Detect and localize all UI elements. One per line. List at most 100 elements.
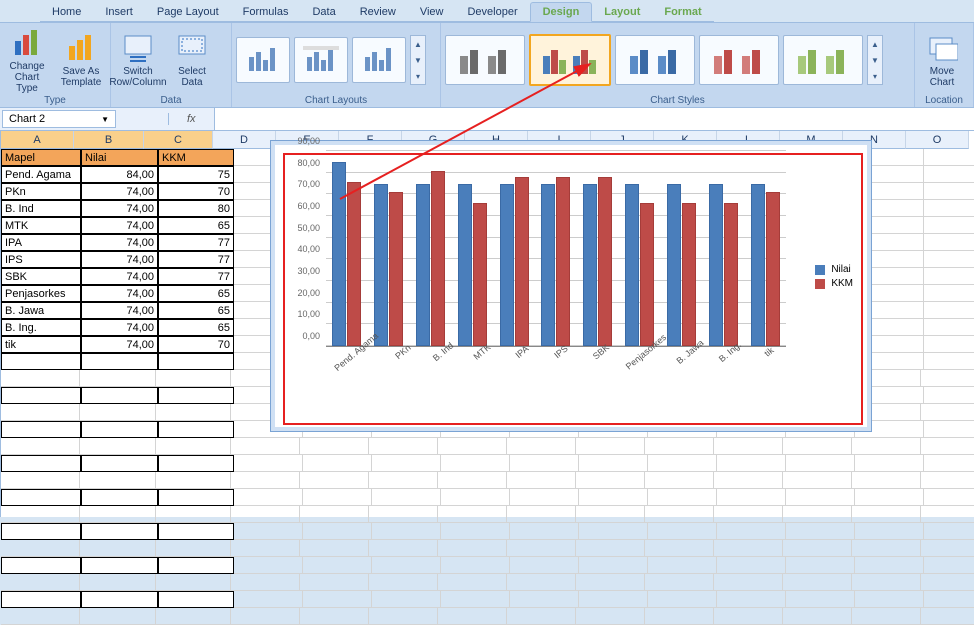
cell[interactable]: [717, 557, 786, 574]
cell[interactable]: [372, 591, 441, 608]
cell[interactable]: [303, 489, 372, 506]
chart-style-1[interactable]: [445, 35, 525, 85]
cell[interactable]: [300, 608, 369, 625]
cell[interactable]: [1, 455, 81, 472]
cell[interactable]: [303, 455, 372, 472]
cell[interactable]: [648, 489, 717, 506]
cell[interactable]: [438, 608, 507, 625]
cell[interactable]: [855, 591, 924, 608]
cell[interactable]: [645, 472, 714, 489]
cell[interactable]: [921, 438, 974, 455]
cell[interactable]: [234, 489, 303, 506]
cell[interactable]: 65: [158, 217, 234, 234]
cell[interactable]: [438, 472, 507, 489]
cell[interactable]: [507, 438, 576, 455]
cell[interactable]: [648, 523, 717, 540]
cell[interactable]: [855, 557, 924, 574]
cell[interactable]: [300, 472, 369, 489]
cell[interactable]: 77: [158, 251, 234, 268]
cell[interactable]: [1, 472, 80, 489]
cell[interactable]: 74,00: [81, 200, 158, 217]
cell[interactable]: [81, 421, 158, 438]
cell[interactable]: [303, 523, 372, 540]
cell[interactable]: [579, 591, 648, 608]
cell[interactable]: [369, 540, 438, 557]
cell[interactable]: 74,00: [81, 234, 158, 251]
cell[interactable]: [855, 523, 924, 540]
cell[interactable]: SBK: [1, 268, 81, 285]
cell[interactable]: [924, 268, 974, 285]
cell[interactable]: [1, 591, 81, 608]
cell[interactable]: [645, 574, 714, 591]
cell[interactable]: [158, 353, 234, 370]
fx-icon[interactable]: fx: [168, 113, 214, 125]
chart-style-5[interactable]: [783, 35, 863, 85]
cell[interactable]: [234, 557, 303, 574]
chart-layouts-more[interactable]: ▲▼▾: [410, 35, 426, 85]
cell[interactable]: [783, 472, 852, 489]
tab-format[interactable]: Format: [652, 3, 713, 22]
tab-view[interactable]: View: [408, 3, 456, 22]
cell[interactable]: [1, 421, 81, 438]
cell[interactable]: [783, 540, 852, 557]
cell[interactable]: [441, 489, 510, 506]
cell[interactable]: [234, 591, 303, 608]
cell[interactable]: [924, 200, 974, 217]
tab-insert[interactable]: Insert: [93, 3, 145, 22]
cell[interactable]: Penjasorkes: [1, 285, 81, 302]
cell[interactable]: [783, 608, 852, 625]
cell[interactable]: [372, 489, 441, 506]
chart-style-2[interactable]: [529, 34, 611, 86]
cell[interactable]: [1, 438, 80, 455]
cell[interactable]: [852, 540, 921, 557]
cell[interactable]: [510, 591, 579, 608]
cell[interactable]: [645, 540, 714, 557]
chart-layout-3[interactable]: [352, 37, 406, 83]
cell[interactable]: [855, 455, 924, 472]
cell[interactable]: [438, 574, 507, 591]
embedded-chart[interactable]: 0,0010,0020,0030,0040,0050,0060,0070,008…: [270, 140, 872, 432]
cell[interactable]: [579, 489, 648, 506]
cell[interactable]: [852, 472, 921, 489]
cell[interactable]: [303, 591, 372, 608]
cell[interactable]: [507, 472, 576, 489]
cell[interactable]: [924, 166, 974, 183]
tab-formulas[interactable]: Formulas: [231, 3, 301, 22]
cell[interactable]: [924, 234, 974, 251]
cell[interactable]: [369, 438, 438, 455]
cell[interactable]: 74,00: [81, 302, 158, 319]
cell[interactable]: [300, 574, 369, 591]
cell[interactable]: [648, 591, 717, 608]
cell[interactable]: [156, 472, 231, 489]
cell[interactable]: [576, 574, 645, 591]
cell[interactable]: [717, 523, 786, 540]
move-chart-button[interactable]: Move Chart: [919, 32, 965, 88]
cell[interactable]: 74,00: [81, 268, 158, 285]
cell[interactable]: [80, 472, 156, 489]
cell[interactable]: [714, 574, 783, 591]
cell[interactable]: [372, 557, 441, 574]
cell[interactable]: [1, 370, 80, 387]
cell[interactable]: 84,00: [81, 166, 158, 183]
cell[interactable]: [156, 404, 231, 421]
cell[interactable]: [510, 489, 579, 506]
cell[interactable]: [441, 557, 510, 574]
cell[interactable]: 74,00: [81, 336, 158, 353]
cell[interactable]: [158, 523, 234, 540]
select-data-button[interactable]: Select Data: [169, 32, 215, 88]
tab-design[interactable]: Design: [530, 2, 593, 22]
cell[interactable]: [714, 438, 783, 455]
cell[interactable]: [1, 574, 80, 591]
cell[interactable]: [852, 438, 921, 455]
cell[interactable]: [783, 574, 852, 591]
cell[interactable]: [921, 540, 974, 557]
cell[interactable]: [921, 370, 974, 387]
cell[interactable]: [717, 455, 786, 472]
cell[interactable]: [924, 591, 974, 608]
cell[interactable]: [303, 557, 372, 574]
cell[interactable]: Nilai: [81, 149, 158, 166]
cell[interactable]: [231, 574, 300, 591]
chart-styles-more[interactable]: ▲▼▾: [867, 35, 883, 85]
tab-review[interactable]: Review: [348, 3, 408, 22]
cell[interactable]: [372, 455, 441, 472]
